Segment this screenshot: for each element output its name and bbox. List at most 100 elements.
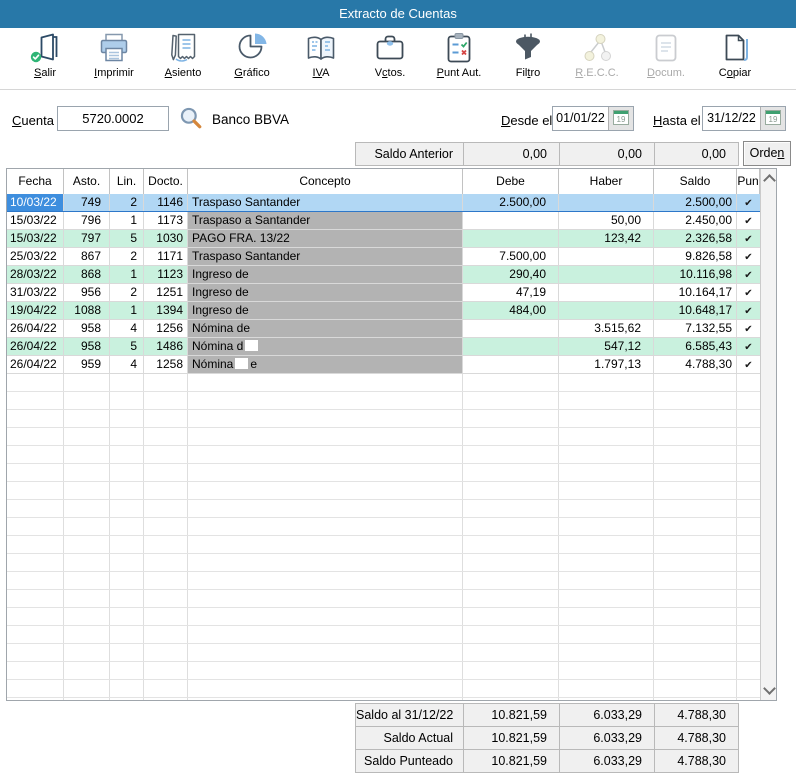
haber-cell — [559, 302, 654, 319]
check-icon: ✔ — [744, 360, 752, 371]
concepto-cell: Ingreso de — [188, 284, 463, 301]
toolbar-button-punt-aut[interactable]: Punt Aut. — [426, 31, 492, 89]
calendar-button[interactable]: 19 — [608, 107, 633, 130]
desde-date-input[interactable]: 01/01/22 19 — [552, 106, 634, 131]
toolbar-button-imprimir[interactable]: Imprimir — [81, 31, 147, 89]
summary-haber: 6.033,29 — [560, 750, 654, 772]
document-icon — [649, 31, 683, 65]
desde-date-value: 01/01/22 — [553, 107, 608, 130]
fecha-cell: 26/04/22 — [7, 338, 64, 355]
cuenta-input[interactable]: 5720.0002 — [57, 106, 169, 131]
summary-label: Saldo al 31/12/22 — [356, 704, 463, 726]
summary-haber: 6.033,29 — [560, 704, 654, 726]
toolbar-button-label: IVA — [313, 67, 330, 79]
summary-saldo: 4.788,30 — [655, 704, 738, 726]
concepto-cell: Traspaso a Santander — [188, 212, 463, 229]
toolbar-button-salir[interactable]: Salir — [12, 31, 78, 89]
saldo-anterior-saldo: 0,00 — [655, 143, 738, 165]
orden-button[interactable]: Orden — [743, 141, 791, 166]
toolbar-button-label: Docum. — [647, 67, 685, 79]
table-row[interactable]: 15/03/2279751030PAGO FRA. 13/22123,422.3… — [7, 230, 760, 248]
toolbar-button-asiento[interactable]: Asiento — [150, 31, 216, 89]
lin-cell: 5 — [110, 230, 144, 247]
punteado-cell[interactable]: ✔ — [737, 212, 760, 229]
concepto-cell: Ingreso de — [188, 302, 463, 319]
column-header: Pun — [737, 169, 760, 194]
scroll-up-icon[interactable] — [763, 174, 776, 187]
fecha-cell: 15/03/22 — [7, 212, 64, 229]
table-row[interactable]: 10/03/2274921146Traspaso Santander2.500,… — [7, 194, 760, 212]
lin-cell: 4 — [110, 320, 144, 337]
calendar-icon: 19 — [613, 110, 629, 125]
column-header: Haber — [559, 169, 654, 194]
punteado-cell[interactable]: ✔ — [737, 284, 760, 301]
funnel-icon — [511, 31, 545, 65]
toolbar-button-copiar[interactable]: Copiar — [702, 31, 768, 89]
docto-cell: 1123 — [144, 266, 188, 283]
table-row[interactable]: 26/04/2295841256Nómina de3.515,627.132,5… — [7, 320, 760, 338]
search-icon[interactable] — [179, 106, 203, 130]
check-icon: ✔ — [744, 216, 752, 227]
saldo-cell: 2.450,00 — [654, 212, 737, 229]
concepto-cell: Ingreso de — [188, 266, 463, 283]
toolbar-button-label: Imprimir — [94, 67, 134, 79]
debe-cell — [463, 356, 559, 373]
toolbar-button-iva[interactable]: IVA — [288, 31, 354, 89]
punteado-cell[interactable]: ✔ — [737, 248, 760, 265]
scroll-down-icon[interactable] — [763, 682, 776, 695]
docto-cell: 1258 — [144, 356, 188, 373]
concepto-cell: Traspaso Santander — [188, 194, 463, 211]
check-icon: ✔ — [744, 234, 752, 245]
punteado-cell[interactable]: ✔ — [737, 356, 760, 373]
empty-row — [7, 662, 760, 680]
table-row[interactable]: 31/03/2295621251Ingreso de47,1910.164,17… — [7, 284, 760, 302]
redaction-patch — [245, 340, 258, 351]
saldo-cell: 9.826,58 — [654, 248, 737, 265]
debe-cell: 47,19 — [463, 284, 559, 301]
table-row[interactable]: 26/04/2295851486Nómina d547,126.585,43✔ — [7, 338, 760, 356]
summary-saldo: 4.788,30 — [655, 750, 738, 772]
summary-label: Saldo Punteado — [356, 750, 463, 772]
punteado-cell[interactable]: ✔ — [737, 230, 760, 247]
table-row[interactable]: 28/03/2286811123Ingreso de290,4010.116,9… — [7, 266, 760, 284]
haber-cell: 547,12 — [559, 338, 654, 355]
punteado-cell[interactable]: ✔ — [737, 338, 760, 355]
haber-cell: 3.515,62 — [559, 320, 654, 337]
empty-row — [7, 392, 760, 410]
concepto-cell: Nóminae — [188, 356, 463, 373]
punteado-cell[interactable]: ✔ — [737, 194, 760, 211]
hasta-date-input[interactable]: 31/12/22 19 — [702, 106, 786, 131]
toolbar-button-grafico[interactable]: Gráfico — [219, 31, 285, 89]
table-row[interactable]: 15/03/2279611173Traspaso a Santander50,0… — [7, 212, 760, 230]
summary-debe: 10.821,59 — [464, 704, 559, 726]
fecha-cell: 25/03/22 — [7, 248, 64, 265]
punteado-cell[interactable]: ✔ — [737, 302, 760, 319]
lin-cell: 2 — [110, 248, 144, 265]
toolbar-button-vctos[interactable]: Vctos. — [357, 31, 423, 89]
haber-cell: 123,42 — [559, 230, 654, 247]
debe-cell — [463, 230, 559, 247]
vertical-scrollbar[interactable] — [760, 169, 776, 700]
punteado-cell[interactable]: ✔ — [737, 320, 760, 337]
table-row[interactable]: 19/04/22108811394Ingreso de484,0010.648,… — [7, 302, 760, 320]
calendar-button[interactable]: 19 — [760, 107, 785, 130]
saldo-cell: 10.116,98 — [654, 266, 737, 283]
empty-row — [7, 428, 760, 446]
punteado-cell[interactable]: ✔ — [737, 266, 760, 283]
debe-cell — [463, 338, 559, 355]
lin-cell: 1 — [110, 212, 144, 229]
empty-row — [7, 446, 760, 464]
debe-cell: 7.500,00 — [463, 248, 559, 265]
empty-row — [7, 572, 760, 590]
fecha-cell: 15/03/22 — [7, 230, 64, 247]
table-row[interactable]: 26/04/2295941258Nóminae1.797,134.788,30✔ — [7, 356, 760, 374]
summary-grid: Saldo al 31/12/2210.821,596.033,294.788,… — [355, 703, 739, 773]
check-icon: ✔ — [744, 252, 752, 263]
haber-cell — [559, 284, 654, 301]
empty-row — [7, 644, 760, 662]
toolbar-button-filtro[interactable]: Filtro — [495, 31, 561, 89]
table-row[interactable]: 25/03/2286721171Traspaso Santander7.500,… — [7, 248, 760, 266]
docto-cell: 1251 — [144, 284, 188, 301]
hasta-date-value: 31/12/22 — [703, 107, 760, 130]
toolbar-button-docum: Docum. — [633, 31, 699, 89]
